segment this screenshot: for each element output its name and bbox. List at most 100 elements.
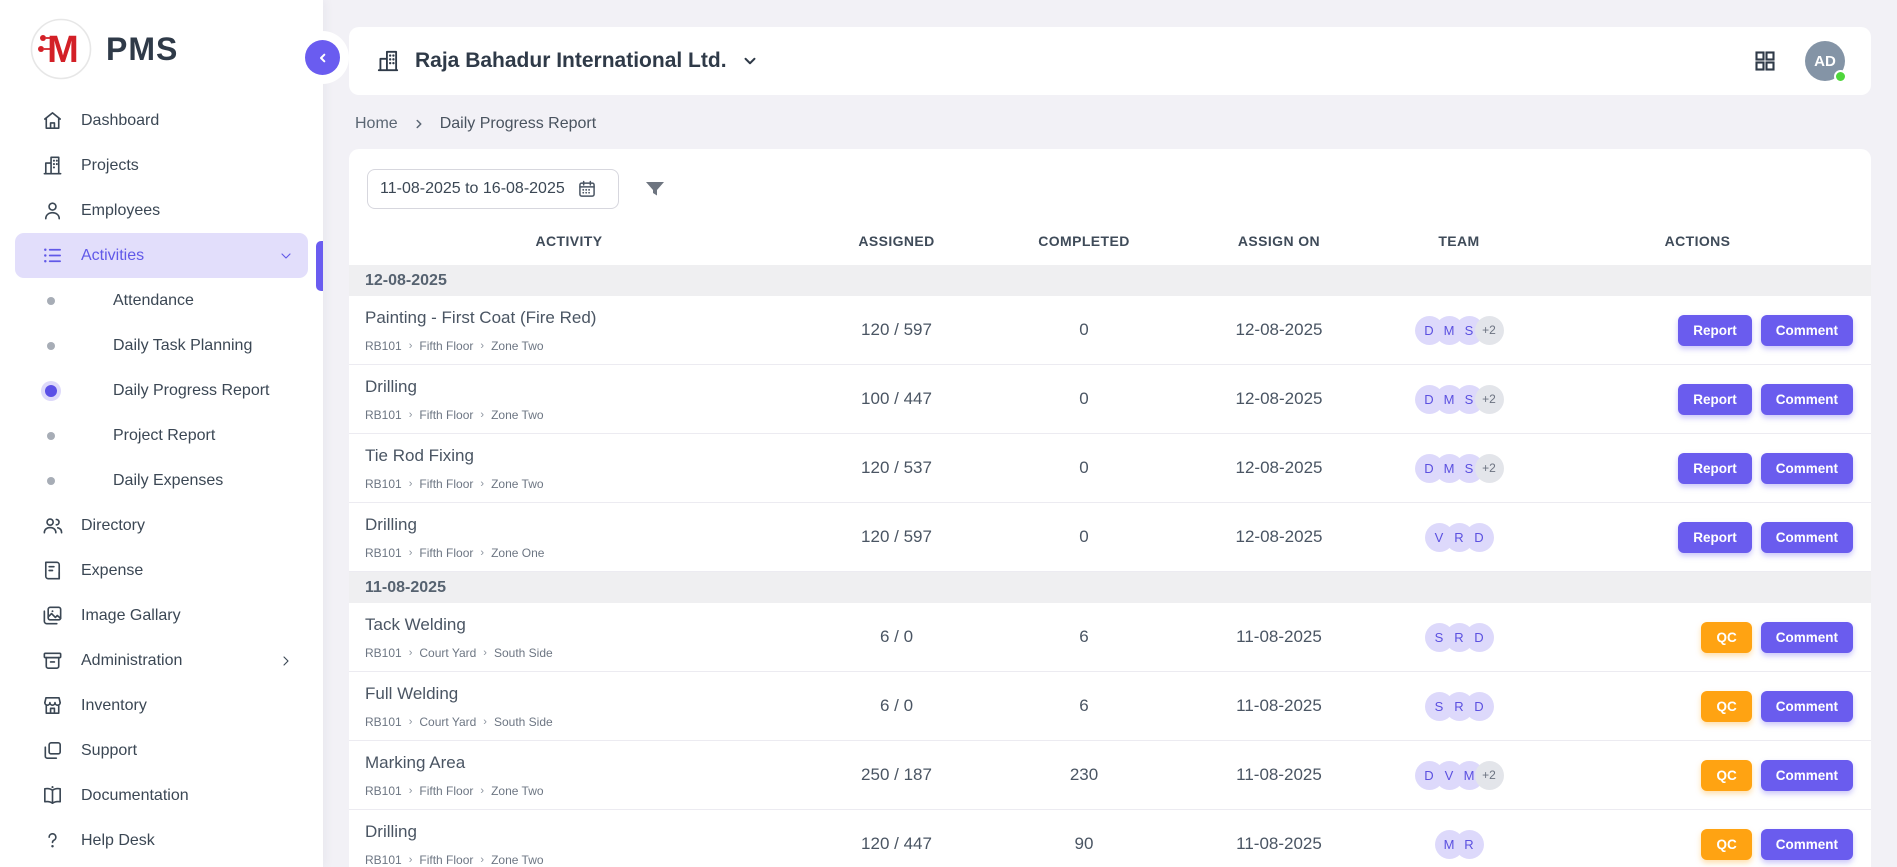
assign-on-value: 11-08-2025 — [1164, 696, 1394, 716]
actions-cell: Report Comment — [1524, 384, 1871, 415]
report-button[interactable]: Report — [1678, 522, 1752, 553]
avatar-stack: MR — [1435, 830, 1484, 859]
company-selector[interactable]: Raja Bahadur International Ltd. — [375, 48, 759, 74]
sidebar-item-label: Support — [81, 742, 137, 760]
sidebar-subitem-daily-progress-report[interactable]: Daily Progress Report — [0, 368, 323, 413]
sidebar-item-projects[interactable]: Projects — [15, 143, 308, 188]
column-header-assigned: ASSIGNED — [789, 233, 1004, 249]
chevron-right-icon: › — [480, 547, 484, 559]
qc-button[interactable]: QC — [1701, 622, 1751, 653]
company-name: Raja Bahadur International Ltd. — [415, 49, 727, 73]
sidebar-item-directory[interactable]: Directory — [15, 503, 308, 548]
comment-button[interactable]: Comment — [1761, 384, 1853, 415]
activity-name: Tie Rod Fixing — [365, 446, 789, 466]
location-segment: Zone Two — [491, 477, 543, 491]
sidebar-subitem-label: Attendance — [113, 292, 194, 310]
location-segment: Fifth Floor — [419, 339, 473, 353]
comment-button[interactable]: Comment — [1761, 315, 1853, 346]
report-button[interactable]: Report — [1678, 315, 1752, 346]
home-icon — [41, 109, 64, 132]
team-extra-badge[interactable]: +2 — [1475, 454, 1504, 483]
sidebar-subitem-daily-expenses[interactable]: Daily Expenses — [0, 458, 323, 503]
bullet-dot-icon — [47, 342, 55, 350]
table-row: Tack Welding RB101›Court Yard›South Side… — [349, 603, 1871, 672]
assigned-value: 250 / 187 — [789, 765, 1004, 785]
team-extra-badge[interactable]: +2 — [1475, 761, 1504, 790]
comment-button[interactable]: Comment — [1761, 829, 1853, 860]
qc-button[interactable]: QC — [1701, 760, 1751, 791]
sidebar-item-label: Expense — [81, 562, 143, 580]
location-segment: RB101 — [365, 784, 402, 798]
activity-cell: Painting - First Coat (Fire Red) RB101›F… — [349, 308, 789, 353]
sidebar-subitem-project-report[interactable]: Project Report — [0, 413, 323, 458]
chevron-right-icon: › — [483, 647, 487, 659]
avatar-stack: SRD — [1425, 623, 1494, 652]
activity-name: Drilling — [365, 515, 789, 535]
table-row: Drilling RB101›Fifth Floor›Zone Two 100 … — [349, 365, 1871, 434]
team-member-avatar: D — [1465, 692, 1494, 721]
sidebar-item-inventory[interactable]: Inventory — [15, 683, 308, 728]
team-cell: DVM+2 — [1394, 761, 1524, 790]
apps-grid-button[interactable] — [1753, 49, 1777, 73]
location-segment: Fifth Floor — [419, 477, 473, 491]
sidebar-subitem-daily-task-planning[interactable]: Daily Task Planning — [0, 323, 323, 368]
team-cell: SRD — [1394, 623, 1524, 652]
team-cell: DMS+2 — [1394, 385, 1524, 414]
chevron-right-icon: › — [480, 854, 484, 866]
sidebar-item-employees[interactable]: Employees — [15, 188, 308, 233]
comment-button[interactable]: Comment — [1761, 622, 1853, 653]
team-extra-badge[interactable]: +2 — [1475, 316, 1504, 345]
chevron-right-icon: › — [480, 340, 484, 352]
sidebar-item-documentation[interactable]: Documentation — [15, 773, 308, 818]
brand-logo[interactable]: M PMS — [0, 0, 323, 90]
assign-on-value: 11-08-2025 — [1164, 765, 1394, 785]
report-button[interactable]: Report — [1678, 384, 1752, 415]
table-body: 12-08-2025 Painting - First Coat (Fire R… — [349, 265, 1871, 867]
completed-value: 6 — [1004, 696, 1164, 716]
sidebar-subitem-label: Daily Expenses — [113, 472, 223, 490]
sidebar-item-help-desk[interactable]: Help Desk — [15, 818, 308, 863]
team-cell: VRD — [1394, 523, 1524, 552]
location-segment: Fifth Floor — [419, 853, 473, 867]
sidebar-item-dashboard[interactable]: Dashboard — [15, 98, 308, 143]
user-avatar[interactable]: AD — [1805, 41, 1845, 81]
sidebar-item-activities[interactable]: Activities — [15, 233, 308, 278]
activity-location-path: RB101›Fifth Floor›Zone One — [365, 546, 789, 560]
comment-button[interactable]: Comment — [1761, 691, 1853, 722]
building-icon — [41, 154, 64, 177]
qc-button[interactable]: QC — [1701, 691, 1751, 722]
date-range-input[interactable]: 11-08-2025 to 16-08-2025 — [367, 169, 619, 209]
sidebar-item-label: Dashboard — [81, 112, 159, 130]
sidebar-item-support[interactable]: Support — [15, 728, 308, 773]
sidebar-subitem-attendance[interactable]: Attendance — [0, 278, 323, 323]
chevron-right-icon: › — [480, 478, 484, 490]
breadcrumb-home[interactable]: Home — [355, 115, 398, 133]
filter-button[interactable] — [643, 177, 667, 201]
column-header-activity: ACTIVITY — [349, 233, 789, 249]
user-initials: AD — [1814, 53, 1836, 70]
sidebar-item-expense[interactable]: Expense — [15, 548, 308, 593]
activity-name: Full Welding — [365, 684, 789, 704]
report-button[interactable]: Report — [1678, 453, 1752, 484]
book-icon — [41, 784, 64, 807]
qc-button[interactable]: QC — [1701, 829, 1751, 860]
sidebar-item-administration[interactable]: Administration — [15, 638, 308, 683]
comment-button[interactable]: Comment — [1761, 760, 1853, 791]
table-row: Full Welding RB101›Court Yard›South Side… — [349, 672, 1871, 741]
sidebar-collapse-button[interactable] — [305, 40, 340, 75]
column-header-actions: ACTIONS — [1524, 233, 1871, 249]
actions-cell: QC Comment — [1524, 829, 1871, 860]
team-extra-badge[interactable]: +2 — [1475, 385, 1504, 414]
location-segment: Zone Two — [491, 408, 543, 422]
assign-on-value: 11-08-2025 — [1164, 834, 1394, 854]
comment-button[interactable]: Comment — [1761, 522, 1853, 553]
active-item-indicator — [316, 241, 323, 291]
sidebar-item-image-gallary[interactable]: Image Gallary — [15, 593, 308, 638]
comment-button[interactable]: Comment — [1761, 453, 1853, 484]
team-member-avatar: D — [1465, 523, 1494, 552]
person-icon — [41, 199, 64, 222]
sidebar-item-label: Administration — [81, 652, 182, 670]
completed-value: 6 — [1004, 627, 1164, 647]
bullet-dot-icon — [45, 385, 57, 397]
chevron-right-icon: › — [480, 785, 484, 797]
